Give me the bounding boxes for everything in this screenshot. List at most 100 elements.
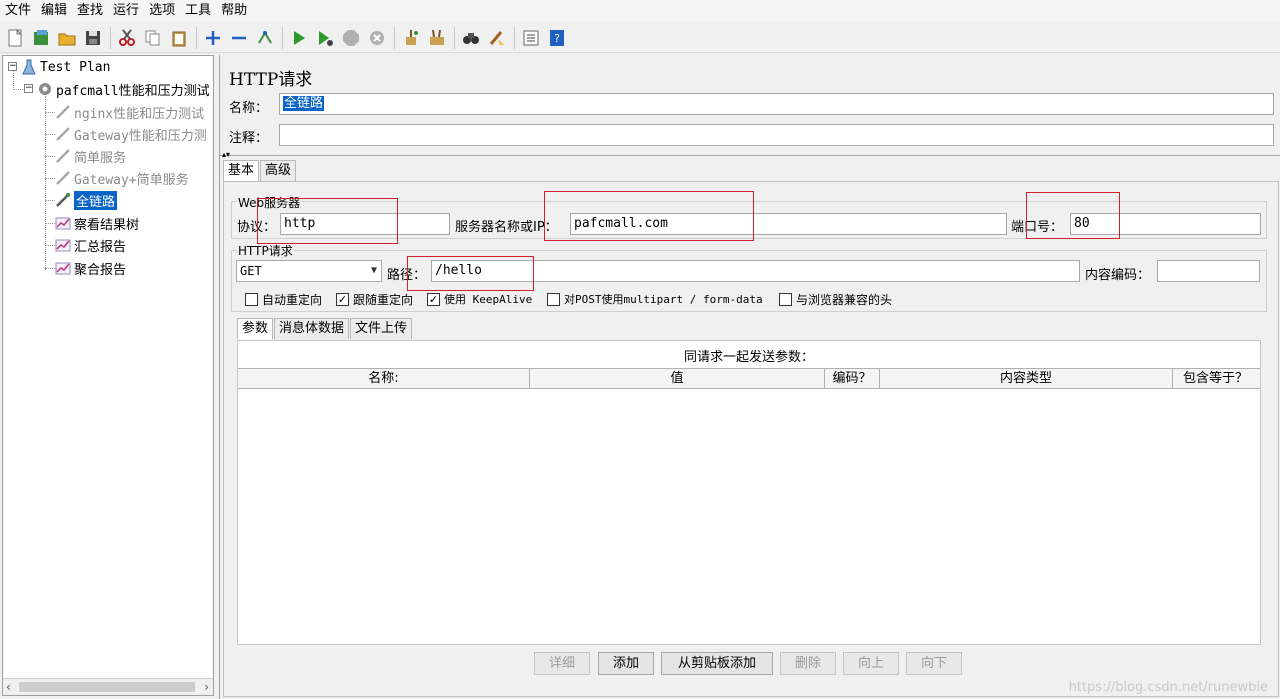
splitter[interactable] (220, 155, 1280, 156)
tree-guide (45, 245, 55, 246)
open-icon[interactable] (56, 27, 78, 49)
splitter-arrows-icon[interactable]: ▴▾ (222, 150, 230, 159)
checkbox-box[interactable] (245, 293, 258, 306)
column-header-value[interactable]: 值 (530, 369, 825, 388)
watermark: https://blog.csdn.net/runewbie (1068, 680, 1268, 695)
menu-search[interactable]: 查找 (72, 0, 108, 22)
tree-item-summary-report[interactable]: 汇总报告 (55, 235, 126, 255)
method-select[interactable]: GET ▼ (236, 260, 382, 282)
tree-node-label: 汇总报告 (74, 239, 127, 255)
tab-body-data[interactable]: 消息体数据 (274, 318, 350, 339)
content-encoding-label: 内容编码： (1085, 268, 1151, 283)
function-helper-icon[interactable] (520, 27, 542, 49)
menu-edit[interactable]: 编辑 (36, 0, 72, 22)
tree-node-label: 聚合报告 (74, 262, 127, 278)
browser-compatible-headers-checkbox[interactable]: 与浏览器兼容的头 (779, 291, 892, 308)
auto-redirect-checkbox[interactable]: 自动重定向 (245, 291, 322, 308)
content-encoding-input[interactable] (1157, 260, 1260, 282)
parameters-caption: 同请求一起发送参数： (683, 350, 814, 365)
menu-help[interactable]: 帮助 (216, 0, 252, 22)
tree-node-thread-group[interactable]: pafcmall性能和压力测试 (37, 79, 210, 99)
checkbox-box[interactable] (547, 292, 560, 306)
tree-horizontal-scrollbar[interactable]: ‹ › (3, 678, 213, 695)
new-icon[interactable] (4, 27, 26, 49)
collapse-toggle-icon[interactable]: − (24, 84, 33, 93)
tree-item-aggregate-report[interactable]: 聚合报告 (55, 258, 126, 278)
comment-input[interactable] (279, 124, 1274, 146)
comment-label: 注释： (229, 131, 269, 146)
clear-all-icon[interactable] (426, 27, 448, 49)
path-label: 路径： (387, 268, 427, 283)
name-label: 名称： (229, 101, 269, 116)
clear-icon[interactable] (400, 27, 422, 49)
scrollbar-thumb[interactable] (19, 682, 195, 692)
column-header-content-type[interactable]: 内容类型 (880, 369, 1173, 388)
templates-icon[interactable] (30, 27, 52, 49)
menu-run[interactable]: 运行 (108, 0, 144, 22)
test-plan-icon (21, 59, 37, 75)
move-down-button[interactable]: 向下 (906, 652, 962, 675)
checkbox-box[interactable]: ✓ (336, 293, 349, 306)
toggle-icon[interactable] (254, 27, 276, 49)
column-header-include-equals[interactable]: 包含等于？ (1173, 369, 1258, 388)
tab-basic[interactable]: 基本 (223, 160, 260, 181)
start-no-pause-icon[interactable] (314, 27, 336, 49)
tab-file-upload[interactable]: 文件上传 (350, 318, 413, 339)
detail-button[interactable]: 详细 (534, 652, 590, 675)
tree-item-gateway-simple[interactable]: Gateway+简单服务 (55, 168, 189, 188)
collapse-icon[interactable] (228, 27, 250, 49)
help-icon[interactable]: ? (546, 27, 568, 49)
toolbar: ? (0, 23, 1280, 53)
checkbox-label: 跟随重定向 (353, 293, 414, 307)
shutdown-icon[interactable] (366, 27, 388, 49)
multipart-checkbox[interactable]: 对POST使用multipart / form-data (547, 291, 763, 307)
menu-options[interactable]: 选项 (144, 0, 180, 22)
tree-item-nginx[interactable]: nginx性能和压力测试 (55, 102, 204, 122)
tree-node-test-plan[interactable]: Test Plan (21, 57, 110, 77)
column-header-encode[interactable]: 编码？ (825, 369, 880, 388)
start-icon[interactable] (288, 27, 310, 49)
name-input[interactable]: 全链路 (279, 93, 1274, 115)
protocol-input[interactable]: http (280, 213, 450, 235)
port-input[interactable]: 80 (1070, 213, 1261, 235)
toolbar-separator (196, 26, 197, 49)
tree-item-full-chain[interactable]: 全链路 (55, 190, 118, 210)
tree-item-simple-service[interactable]: 简单服务 (55, 146, 126, 166)
save-icon[interactable] (82, 27, 104, 49)
tree-guide (45, 268, 55, 269)
menu-file[interactable]: 文件 (0, 0, 36, 22)
server-name-input[interactable]: pafcmall.com (570, 213, 1007, 235)
delete-button[interactable]: 删除 (780, 652, 836, 675)
expand-icon[interactable] (202, 27, 224, 49)
collapse-toggle-icon[interactable]: − (8, 62, 17, 71)
tree-node-label: Gateway+简单服务 (74, 172, 189, 188)
path-input[interactable]: /hello (431, 260, 1080, 282)
move-up-button[interactable]: 向上 (843, 652, 899, 675)
add-from-clipboard-button[interactable]: 从剪贴板添加 (661, 652, 773, 675)
menu-tools[interactable]: 工具 (180, 0, 216, 22)
tab-parameters[interactable]: 参数 (237, 318, 274, 339)
scroll-left-icon[interactable]: ‹ (6, 680, 11, 694)
listener-chart-icon (55, 260, 71, 276)
cut-icon[interactable] (116, 27, 138, 49)
scroll-right-icon[interactable]: › (204, 680, 209, 694)
method-select-value: GET (240, 264, 262, 278)
tree-guide (45, 96, 46, 270)
copy-icon[interactable] (142, 27, 164, 49)
paste-icon[interactable] (168, 27, 190, 49)
checkbox-box[interactable]: ✓ (427, 292, 440, 306)
toolbar-separator (282, 26, 283, 49)
column-header-name[interactable]: 名称: (238, 369, 530, 388)
search-icon[interactable] (460, 27, 482, 49)
follow-redirects-checkbox[interactable]: ✓ 跟随重定向 (336, 291, 413, 308)
checkbox-box[interactable] (779, 293, 792, 306)
tab-advanced[interactable]: 高级 (260, 160, 297, 181)
reset-search-icon[interactable] (486, 27, 508, 49)
keepalive-checkbox[interactable]: ✓ 使用 KeepAlive (427, 291, 532, 307)
add-button[interactable]: 添加 (598, 652, 654, 675)
toolbar-separator (454, 26, 455, 49)
tree-item-view-results-tree[interactable]: 察看结果树 (55, 213, 139, 233)
tree-node-label: Test Plan (40, 59, 111, 75)
tree-item-gateway[interactable]: Gateway性能和压力测 (55, 124, 207, 144)
stop-icon[interactable] (340, 27, 362, 49)
